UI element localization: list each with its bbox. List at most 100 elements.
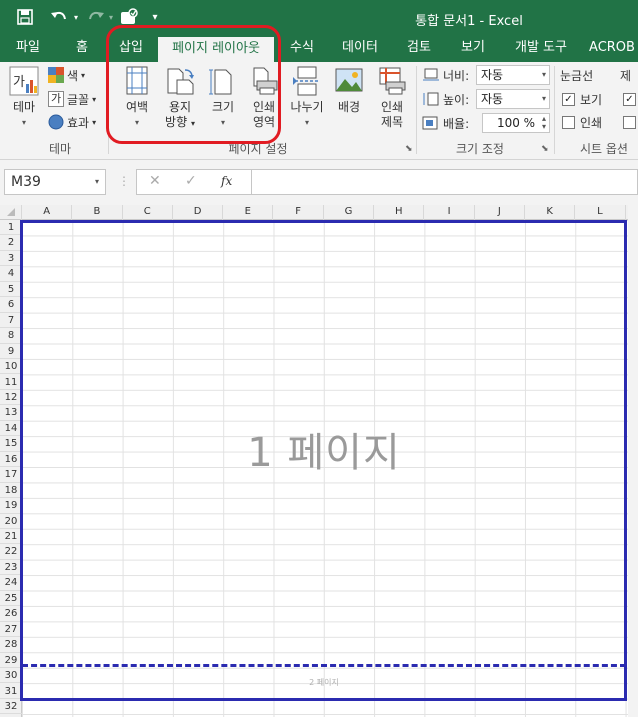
checkbox-unchecked-icon [623, 115, 636, 129]
effects-label: 효과 [67, 115, 90, 130]
column-header[interactable]: I [424, 205, 475, 220]
row-header[interactable]: 9 [0, 344, 22, 360]
row-header[interactable]: 32 [0, 699, 22, 715]
row-header[interactable]: 26 [0, 606, 22, 622]
tab-view[interactable]: 보기 [450, 36, 496, 62]
row-header[interactable]: 8 [0, 328, 22, 344]
row-header[interactable]: 10 [0, 359, 22, 375]
width-dropdown[interactable]: 자동 ▾ [476, 65, 550, 85]
tab-acrobat[interactable]: ACROB [586, 36, 638, 62]
row-header[interactable]: 6 [0, 297, 22, 313]
formula-input[interactable] [252, 169, 638, 195]
scale-launcher-icon[interactable]: ⬊ [541, 144, 549, 154]
breaks-button[interactable]: 나누기 ▾ [286, 66, 328, 130]
row-header[interactable]: 4 [0, 266, 22, 282]
colors-label: 색 [67, 68, 79, 83]
fonts-dropdown-icon: ▾ [92, 94, 97, 104]
row-header[interactable]: 27 [0, 622, 22, 638]
row-header[interactable]: 14 [0, 421, 22, 437]
tab-file[interactable]: 파일 [4, 36, 52, 62]
print-titles-label-1: 인쇄 [380, 100, 404, 114]
gridlines-view-label: 보기 [580, 92, 603, 107]
sheet-options-group-label: 시트 옵션 [580, 142, 628, 156]
tab-developer[interactable]: 개발 도구 [506, 36, 576, 62]
column-header[interactable]: L [575, 205, 626, 220]
scale-spin-icon[interactable]: ▴ ▾ [542, 115, 546, 131]
fonts-button[interactable]: 가 글꼴 ▾ [48, 88, 96, 110]
gridlines-print-checkbox[interactable]: 인쇄 [562, 111, 602, 133]
column-header[interactable]: G [324, 205, 375, 220]
svg-text:가: 가 [13, 75, 25, 90]
height-dropdown[interactable]: 자동 ▾ [476, 89, 550, 109]
row-header[interactable]: 24 [0, 575, 22, 591]
row-header[interactable]: 13 [0, 405, 22, 421]
page-layout-highlight [106, 25, 281, 144]
row-header[interactable]: 15 [0, 436, 22, 452]
select-all-corner[interactable] [0, 205, 22, 220]
column-header[interactable]: B [72, 205, 123, 220]
tab-formulas[interactable]: 수식 [280, 36, 324, 62]
tab-review[interactable]: 검토 [396, 36, 442, 62]
ribbon-tabs: 파일 홈 삽입 페이지 레이아웃 수식 데이터 검토 보기 개발 도구 ACRO… [0, 36, 638, 62]
row-header[interactable]: 28 [0, 637, 22, 653]
row-header[interactable]: 22 [0, 544, 22, 560]
column-header[interactable]: H [374, 205, 425, 220]
themes-label: 테마 [12, 100, 36, 114]
formula-bar-grip-icon: ⋮ [118, 174, 130, 188]
name-box[interactable]: M39 ▾ [4, 169, 106, 195]
tab-data[interactable]: 데이터 [334, 36, 386, 62]
tab-home[interactable]: 홈 [62, 36, 102, 62]
checkbox-unchecked-icon [562, 115, 575, 129]
row-header[interactable]: 5 [0, 282, 22, 298]
vertical-scrollbar[interactable] [628, 205, 638, 717]
column-header[interactable]: J [475, 205, 525, 220]
formula-bar: M39 ▾ ⋮ ✕ ✓ fx [0, 160, 638, 205]
headings-view-checkbox[interactable]: ✓ [623, 88, 638, 110]
background-button[interactable]: 배경 [330, 66, 368, 115]
height-dropdown-icon: ▾ [541, 94, 546, 103]
column-header[interactable]: A [22, 205, 73, 220]
scale-icon [422, 116, 440, 130]
row-header[interactable]: 3 [0, 251, 22, 267]
print-titles-button[interactable]: 인쇄 제목 [372, 66, 412, 130]
row-header[interactable]: 29 [0, 653, 22, 669]
column-header[interactable]: E [223, 205, 274, 220]
row-header[interactable]: 17 [0, 467, 22, 483]
themes-group-label: 테마 [48, 142, 72, 156]
scale-row: 배율: [422, 112, 469, 134]
colors-button[interactable]: 색 ▾ [48, 64, 85, 86]
row-header[interactable]: 21 [0, 529, 22, 545]
row-header[interactable]: 16 [0, 452, 22, 468]
headings-print-checkbox[interactable] [623, 111, 638, 133]
row-header[interactable]: 12 [0, 390, 22, 406]
page-setup-launcher-icon[interactable]: ⬊ [405, 144, 413, 154]
row-header[interactable]: 23 [0, 560, 22, 576]
column-header[interactable]: F [274, 205, 324, 220]
row-header[interactable]: 1 [0, 220, 22, 236]
effects-button[interactable]: 효과 ▾ [48, 111, 96, 133]
row-header[interactable]: 11 [0, 375, 22, 390]
row-header[interactable]: 30 [0, 668, 22, 684]
height-label: 높이: [443, 92, 470, 107]
column-header[interactable]: D [173, 205, 224, 220]
row-header[interactable]: 31 [0, 684, 22, 699]
row-header[interactable]: 20 [0, 514, 22, 529]
height-value: 자동 [481, 92, 504, 106]
column-header[interactable]: K [525, 205, 576, 220]
gridlines-view-checkbox[interactable]: ✓ 보기 [562, 88, 602, 110]
row-header[interactable]: 19 [0, 498, 22, 514]
insert-function-icon[interactable]: fx [221, 174, 232, 188]
row-header[interactable]: 25 [0, 591, 22, 607]
scale-value: 100 % [496, 116, 536, 130]
row-header[interactable]: 7 [0, 313, 22, 329]
scale-spinner[interactable]: 100 % ▴ ▾ [482, 113, 550, 133]
print-titles-icon [377, 66, 407, 96]
column-header[interactable]: C [123, 205, 173, 220]
breaks-label: 나누기 [290, 100, 324, 114]
cancel-icon[interactable]: ✕ [149, 173, 161, 189]
row-header[interactable]: 18 [0, 483, 22, 499]
enter-icon[interactable]: ✓ [185, 173, 197, 189]
themes-button[interactable]: 가 테마 ▾ [6, 66, 42, 130]
title-bar: ▾ ▾ ▾ 통합 문서1 - Excel [0, 0, 638, 36]
row-header[interactable]: 2 [0, 235, 22, 251]
